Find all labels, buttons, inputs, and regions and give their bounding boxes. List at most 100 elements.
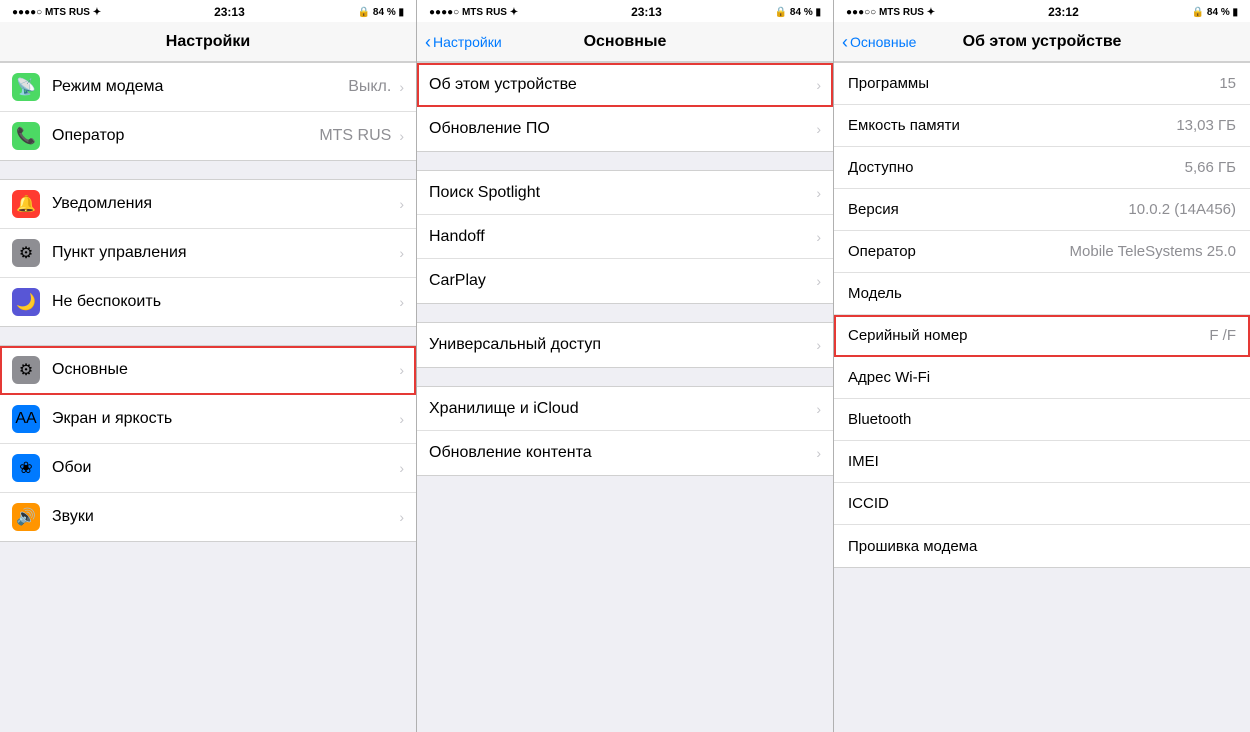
info-row-8: Bluetooth: [834, 399, 1250, 441]
list-item-7[interactable]: ⚙ Основные ›: [0, 346, 416, 395]
chevron-icon: ›: [816, 273, 821, 289]
info-label: Емкость памяти: [848, 117, 1176, 134]
status-bar: ●●●○○ MTS RUS ✦ 23:12 🔒 84 % ▮: [834, 0, 1250, 22]
nav-title: Основные: [584, 33, 667, 51]
chevron-icon: ›: [399, 509, 404, 525]
list-item-0[interactable]: Об этом устройстве ›: [417, 63, 833, 107]
status-left: ●●●●○ MTS RUS ✦: [12, 7, 101, 18]
list-item-1[interactable]: Обновление ПО ›: [417, 107, 833, 151]
chevron-icon: ›: [816, 185, 821, 201]
list-item-10[interactable]: Обновление контента ›: [417, 431, 833, 475]
status-time: 23:13: [631, 5, 662, 19]
info-label: Программы: [848, 75, 1219, 92]
chevron-icon: ›: [816, 121, 821, 137]
chevron-icon: ›: [816, 229, 821, 245]
chevron-icon: ›: [816, 401, 821, 417]
status-bar: ●●●●○ MTS RUS ✦ 23:13 🔒 84 % ▮: [417, 0, 833, 22]
list-item-3[interactable]: Поиск Spotlight ›: [417, 171, 833, 215]
chevron-icon: ›: [399, 79, 404, 95]
info-label: Версия: [848, 201, 1128, 218]
list-group-7: ⚙ Основные › AA Экран и яркость › ❀ Обои…: [0, 345, 416, 542]
status-left: ●●●○○ MTS RUS ✦: [846, 7, 935, 18]
section-gap: [417, 368, 833, 386]
info-row-6: Серийный номер F /F: [834, 315, 1250, 357]
chevron-icon: ›: [399, 294, 404, 310]
item-label: Универсальный доступ: [429, 336, 812, 354]
item-label: Экран и яркость: [52, 410, 395, 428]
item-value: Выкл.: [348, 78, 391, 96]
info-row-0: Программы 15: [834, 63, 1250, 105]
back-arrow-icon: ‹: [842, 33, 848, 51]
info-value: Mobile TeleSystems 25.0: [1070, 243, 1236, 260]
nav-back-button[interactable]: ‹ Настройки: [425, 33, 502, 51]
info-row-1: Емкость памяти 13,03 ГБ: [834, 105, 1250, 147]
chevron-icon: ›: [816, 337, 821, 353]
list-group-7: Универсальный доступ ›: [417, 322, 833, 368]
info-row-10: ICCID: [834, 483, 1250, 525]
content-area: 📡 Режим модема Выкл. › 📞 Оператор MTS RU…: [0, 62, 416, 732]
chevron-icon: ›: [816, 77, 821, 93]
item-icon: AA: [12, 405, 40, 433]
phones-container: ●●●●○ MTS RUS ✦ 23:13 🔒 84 % ▮ Настройки…: [0, 0, 1250, 732]
item-value: MTS RUS: [319, 127, 391, 145]
list-item-9[interactable]: ❀ Обои ›: [0, 444, 416, 493]
chevron-icon: ›: [399, 245, 404, 261]
info-row-5: Модель: [834, 273, 1250, 315]
phone-3: ●●●○○ MTS RUS ✦ 23:12 🔒 84 % ▮ ‹ Основны…: [834, 0, 1250, 732]
list-item-3[interactable]: 🔔 Уведомления ›: [0, 180, 416, 229]
item-label: Handoff: [429, 228, 812, 246]
list-item-0[interactable]: 📡 Режим модема Выкл. ›: [0, 63, 416, 112]
item-icon: 🔔: [12, 190, 40, 218]
list-group-0: 📡 Режим модема Выкл. › 📞 Оператор MTS RU…: [0, 62, 416, 161]
info-row-4: Оператор Mobile TeleSystems 25.0: [834, 231, 1250, 273]
info-label: IMEI: [848, 453, 1236, 470]
status-right: 🔒 84 % ▮: [775, 7, 821, 18]
list-item-9[interactable]: Хранилище и iCloud ›: [417, 387, 833, 431]
item-label: Пункт управления: [52, 244, 395, 262]
back-arrow-icon: ‹: [425, 33, 431, 51]
chevron-icon: ›: [399, 411, 404, 427]
info-value: 15: [1219, 75, 1236, 92]
item-label: Поиск Spotlight: [429, 184, 812, 202]
info-label: Адрес Wi-Fi: [848, 369, 1236, 386]
phone-2: ●●●●○ MTS RUS ✦ 23:13 🔒 84 % ▮ ‹ Настрой…: [417, 0, 834, 732]
info-group: Программы 15 Емкость памяти 13,03 ГБ Дос…: [834, 62, 1250, 568]
nav-back-button[interactable]: ‹ Основные: [842, 33, 916, 51]
item-label: CarPlay: [429, 272, 812, 290]
status-right: 🔒 84 % ▮: [358, 7, 404, 18]
list-group-0: Об этом устройстве › Обновление ПО ›: [417, 62, 833, 152]
nav-title: Настройки: [166, 33, 250, 51]
info-value: F /F: [1209, 327, 1236, 344]
section-gap: [0, 161, 416, 179]
item-icon: 📞: [12, 122, 40, 150]
list-item-4[interactable]: Handoff ›: [417, 215, 833, 259]
item-label: Режим модема: [52, 78, 348, 96]
section-gap: [0, 327, 416, 345]
list-item-10[interactable]: 🔊 Звуки ›: [0, 493, 416, 541]
item-label: Не беспокоить: [52, 293, 395, 311]
list-group-9: Хранилище и iCloud › Обновление контента…: [417, 386, 833, 476]
content-area: Программы 15 Емкость памяти 13,03 ГБ Дос…: [834, 62, 1250, 732]
list-item-8[interactable]: AA Экран и яркость ›: [0, 395, 416, 444]
nav-back-label: Основные: [850, 34, 916, 50]
content-area: Об этом устройстве › Обновление ПО › Пои…: [417, 62, 833, 732]
info-row-2: Доступно 5,66 ГБ: [834, 147, 1250, 189]
item-icon: 🔊: [12, 503, 40, 531]
item-label: Обои: [52, 459, 395, 477]
list-item-4[interactable]: ⚙ Пункт управления ›: [0, 229, 416, 278]
info-value: 10.0.2 (14A456): [1128, 201, 1236, 218]
list-item-1[interactable]: 📞 Оператор MTS RUS ›: [0, 112, 416, 160]
info-label: Серийный номер: [848, 327, 1209, 344]
item-label: Оператор: [52, 127, 319, 145]
list-item-7[interactable]: Универсальный доступ ›: [417, 323, 833, 367]
nav-back-label: Настройки: [433, 34, 502, 50]
item-icon: ⚙: [12, 356, 40, 384]
chevron-icon: ›: [399, 362, 404, 378]
info-value: 13,03 ГБ: [1176, 117, 1236, 134]
list-item-5[interactable]: CarPlay ›: [417, 259, 833, 303]
info-label: ICCID: [848, 495, 1236, 512]
item-icon: ⚙: [12, 239, 40, 267]
info-row-9: IMEI: [834, 441, 1250, 483]
list-item-5[interactable]: 🌙 Не беспокоить ›: [0, 278, 416, 326]
section-gap: [417, 304, 833, 322]
